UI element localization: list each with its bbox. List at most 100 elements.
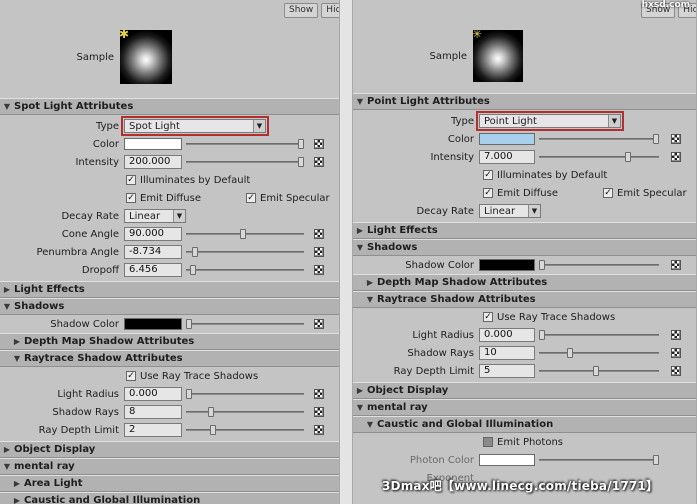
decay-dropdown[interactable]: Linear ▼ — [124, 209, 186, 223]
light-radius-slider[interactable] — [186, 389, 304, 399]
ray-depth-slider[interactable] — [539, 366, 659, 376]
section-light-effects[interactable]: ▶ Light Effects — [0, 281, 339, 298]
emit-diffuse-checkbox[interactable]: ✓ Emit Diffuse — [483, 188, 558, 199]
light-radius-field[interactable]: 0.000 — [479, 328, 535, 342]
map-button-icon[interactable] — [314, 407, 324, 417]
map-button-icon[interactable] — [671, 366, 681, 376]
intensity-field[interactable]: 200.000 — [124, 155, 182, 169]
color-slider[interactable] — [539, 134, 659, 144]
illuminates-checkbox[interactable]: ✓ Illuminates by Default — [483, 170, 607, 181]
emit-specular-checkbox[interactable]: ✓ Emit Specular — [246, 193, 330, 204]
section-title: mental ray — [14, 461, 75, 472]
shadow-rays-slider[interactable] — [539, 348, 659, 358]
photon-color-slider[interactable] — [539, 455, 659, 465]
section-depth-map[interactable]: ▶ Depth Map Shadow Attributes — [353, 274, 696, 291]
section-light-effects[interactable]: ▶ Light Effects — [353, 222, 696, 239]
map-button-icon[interactable] — [314, 389, 324, 399]
map-button-icon[interactable] — [314, 319, 324, 329]
color-swatch[interactable] — [479, 133, 535, 145]
penumbra-slider[interactable] — [186, 247, 304, 257]
intensity-slider[interactable] — [539, 152, 659, 162]
photon-color-swatch[interactable] — [479, 454, 535, 466]
light-radius-slider[interactable] — [539, 330, 659, 340]
slider-thumb[interactable] — [192, 247, 198, 257]
section-point-light-attributes[interactable]: ▼ Point Light Attributes — [353, 93, 696, 110]
light-radius-field[interactable]: 0.000 — [124, 387, 182, 401]
slider-thumb[interactable] — [298, 157, 304, 167]
ray-depth-field[interactable]: 5 — [479, 364, 535, 378]
dropoff-slider[interactable] — [186, 265, 304, 275]
map-button-icon[interactable] — [314, 139, 324, 149]
section-shadows[interactable]: ▼ Shadows — [353, 239, 696, 256]
decay-dropdown[interactable]: Linear ▼ — [479, 204, 541, 218]
map-button-icon[interactable] — [314, 157, 324, 167]
section-object-display[interactable]: ▶ Object Display — [353, 382, 696, 399]
shadow-rays-field[interactable]: 8 — [124, 405, 182, 419]
color-swatch[interactable] — [124, 138, 182, 150]
section-depth-map[interactable]: ▶ Depth Map Shadow Attributes — [0, 333, 339, 350]
slider-thumb[interactable] — [653, 455, 659, 465]
penumbra-field[interactable]: -8.734 — [124, 245, 182, 259]
map-button-icon[interactable] — [671, 152, 681, 162]
slider-thumb[interactable] — [190, 265, 196, 275]
slider-thumb[interactable] — [539, 260, 545, 270]
slider-thumb[interactable] — [186, 319, 192, 329]
section-raytrace[interactable]: ▼ Raytrace Shadow Attributes — [0, 350, 339, 367]
intensity-field[interactable]: 7.000 — [479, 150, 535, 164]
slider-thumb[interactable] — [298, 139, 304, 149]
shadow-color-slider[interactable] — [539, 260, 659, 270]
map-button-icon[interactable] — [314, 425, 324, 435]
slider-thumb[interactable] — [210, 425, 216, 435]
slider-thumb[interactable] — [539, 330, 545, 340]
slider-thumb[interactable] — [208, 407, 214, 417]
color-slider[interactable] — [186, 139, 304, 149]
spot-light-attribute-editor: Show Hide Sample ✱ ▼ Spot Light Attribut… — [0, 0, 340, 504]
show-button[interactable]: Show — [284, 3, 319, 18]
slider-thumb[interactable] — [653, 134, 659, 144]
map-button-icon[interactable] — [671, 260, 681, 270]
dropoff-field[interactable]: 6.456 — [124, 263, 182, 277]
slider-thumb[interactable] — [186, 389, 192, 399]
illuminates-checkbox[interactable]: ✓ Illuminates by Default — [126, 175, 250, 186]
section-raytrace[interactable]: ▼ Raytrace Shadow Attributes — [353, 291, 696, 308]
slider-thumb[interactable] — [593, 366, 599, 376]
slider-thumb[interactable] — [625, 152, 631, 162]
shadow-color-swatch[interactable] — [479, 259, 535, 271]
hide-button[interactable]: Hide — [321, 3, 339, 18]
section-caustic[interactable]: ▶ Caustic and Global Illumination — [0, 492, 339, 504]
intensity-slider[interactable] — [186, 157, 304, 167]
section-spot-light-attributes[interactable]: ▼ Spot Light Attributes — [0, 98, 339, 115]
collapsed-arrow-icon: ▶ — [356, 226, 364, 235]
section-area-light[interactable]: ▶ Area Light — [0, 475, 339, 492]
shadow-color-swatch[interactable] — [124, 318, 182, 330]
cone-slider[interactable] — [186, 229, 304, 239]
map-button-icon[interactable] — [671, 330, 681, 340]
map-button-icon[interactable] — [314, 247, 324, 257]
type-dropdown[interactable]: Point Light ▼ — [476, 111, 624, 131]
use-ray-trace-checkbox[interactable]: ✓ Use Ray Trace Shadows — [483, 312, 615, 323]
emit-photons-checkbox[interactable]: Emit Photons — [483, 437, 563, 448]
emit-specular-checkbox[interactable]: ✓ Emit Specular — [603, 188, 687, 199]
shadow-rays-field[interactable]: 10 — [479, 346, 535, 360]
ray-depth-slider[interactable] — [186, 425, 304, 435]
map-button-icon[interactable] — [671, 134, 681, 144]
section-mental-ray[interactable]: ▼ mental ray — [0, 458, 339, 475]
slider-thumb[interactable] — [567, 348, 573, 358]
section-title: Shadows — [367, 242, 418, 253]
section-shadows[interactable]: ▼ Shadows — [0, 298, 339, 315]
shadow-color-slider[interactable] — [186, 319, 304, 329]
cone-field[interactable]: 90.000 — [124, 227, 182, 241]
slider-thumb[interactable] — [240, 229, 246, 239]
ray-depth-field[interactable]: 2 — [124, 423, 182, 437]
shadow-rays-slider[interactable] — [186, 407, 304, 417]
section-caustic[interactable]: ▼ Caustic and Global Illumination — [353, 416, 696, 433]
section-mental-ray[interactable]: ▼ mental ray — [353, 399, 696, 416]
map-button-icon[interactable] — [314, 229, 324, 239]
map-button-icon[interactable] — [671, 348, 681, 358]
section-object-display[interactable]: ▶ Object Display — [0, 441, 339, 458]
use-ray-trace-checkbox[interactable]: ✓ Use Ray Trace Shadows — [126, 371, 258, 382]
check-icon: ✓ — [126, 193, 136, 203]
emit-diffuse-checkbox[interactable]: ✓ Emit Diffuse — [126, 193, 201, 204]
type-dropdown[interactable]: Spot Light ▼ — [121, 116, 269, 136]
map-button-icon[interactable] — [314, 265, 324, 275]
